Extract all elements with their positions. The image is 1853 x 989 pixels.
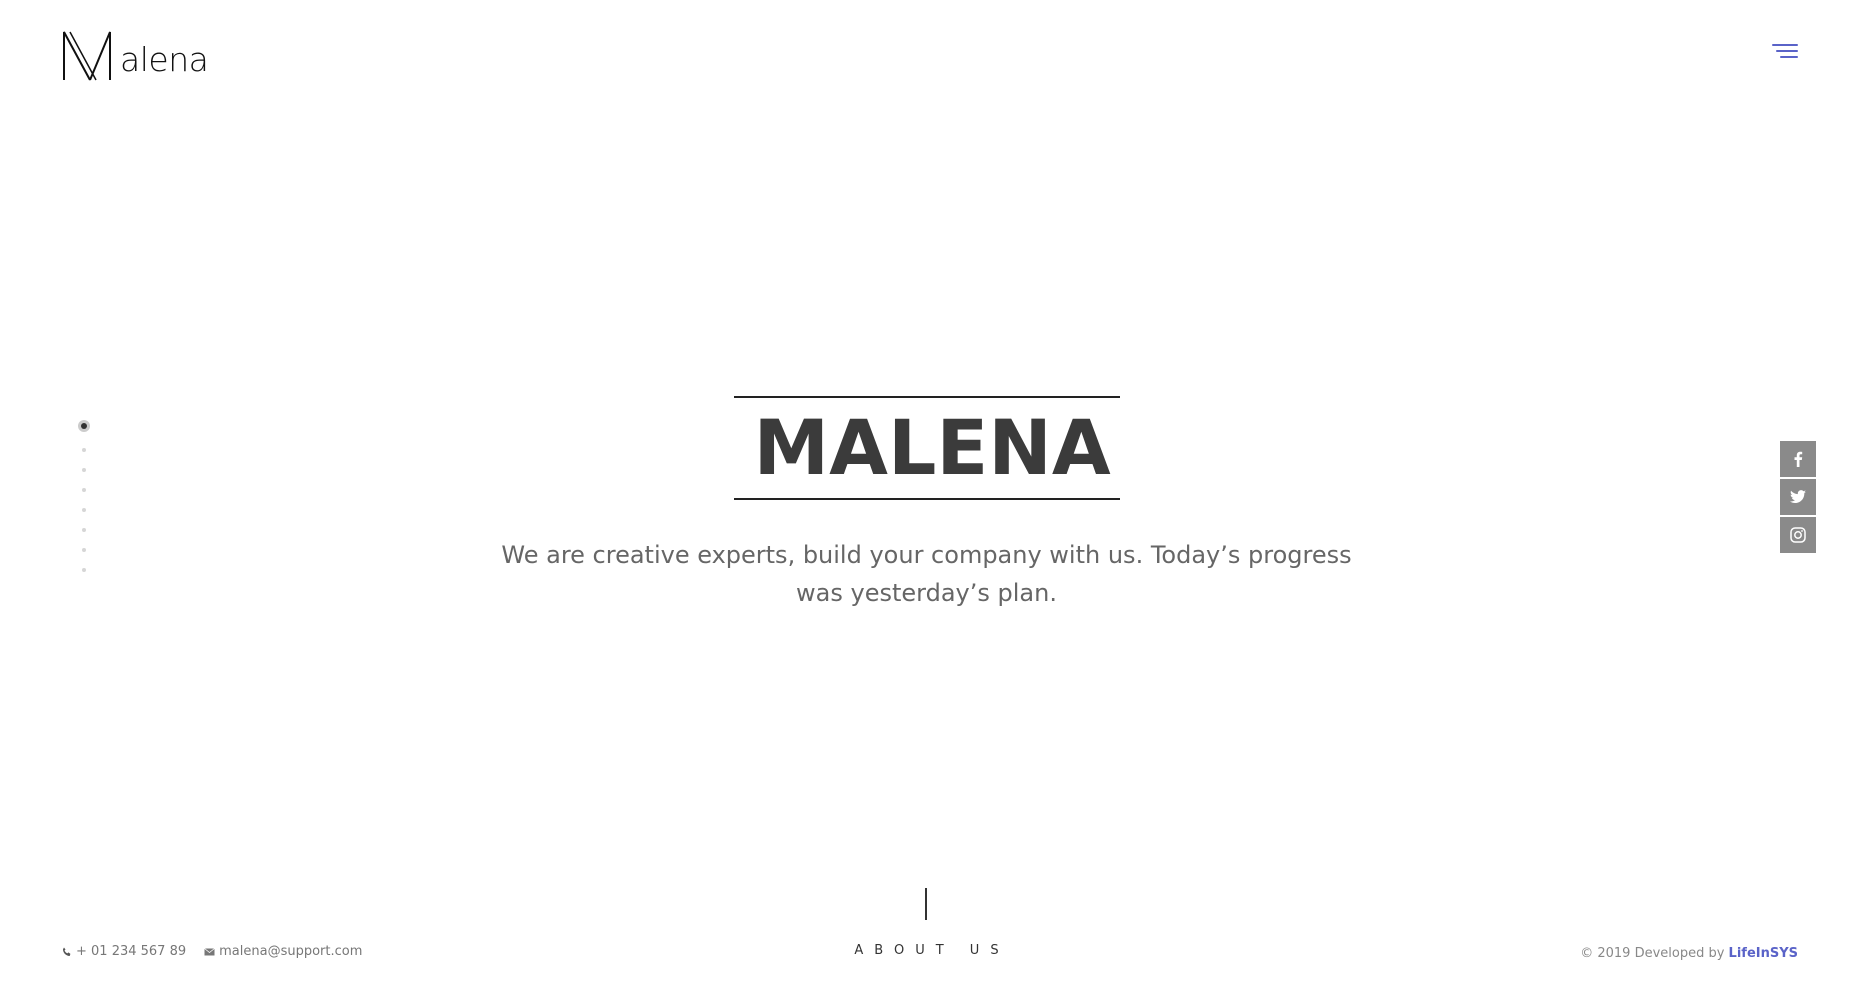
social-links — [1780, 441, 1816, 555]
copyright-text: © 2019 Developed by — [1580, 946, 1729, 961]
facebook-button[interactable] — [1780, 441, 1816, 477]
hero-title-frame: MALENA — [733, 396, 1120, 500]
logo[interactable]: alena — [62, 30, 209, 82]
email-address: malena@support.com — [219, 944, 363, 959]
phone-icon — [63, 947, 71, 956]
twitter-button[interactable] — [1780, 479, 1816, 515]
hamburger-icon-line — [1776, 50, 1798, 52]
phone-number: + 01 234 567 89 — [76, 944, 187, 959]
hamburger-icon-line — [1772, 44, 1798, 46]
menu-button[interactable] — [1772, 44, 1798, 60]
email-icon — [204, 947, 215, 955]
twitter-icon — [1790, 490, 1806, 503]
instagram-button[interactable] — [1780, 517, 1816, 553]
footer-contact: + 01 234 567 89 malena@support.com — [62, 944, 380, 959]
developer-brand-link[interactable]: LifeInSYS — [1729, 946, 1798, 961]
copyright: © 2019 Developed by LifeInSYS — [1580, 946, 1798, 961]
hero-title: MALENA — [753, 403, 1111, 492]
hero-subtitle: We are creative experts, build your comp… — [501, 541, 1352, 607]
facebook-icon — [1794, 451, 1803, 467]
hero-section: MALENA We are creative experts, build yo… — [0, 396, 1853, 612]
logo-mark-icon — [63, 31, 111, 81]
hamburger-icon-line — [1780, 56, 1798, 58]
email-contact[interactable]: malena@support.com — [204, 944, 362, 959]
page: alena MALENA We are creative experts, bu… — [0, 0, 1853, 989]
scroll-indicator-line — [925, 888, 927, 920]
instagram-icon — [1790, 527, 1806, 543]
logo-text: alena — [120, 40, 209, 79]
phone-contact[interactable]: + 01 234 567 89 — [62, 944, 186, 959]
